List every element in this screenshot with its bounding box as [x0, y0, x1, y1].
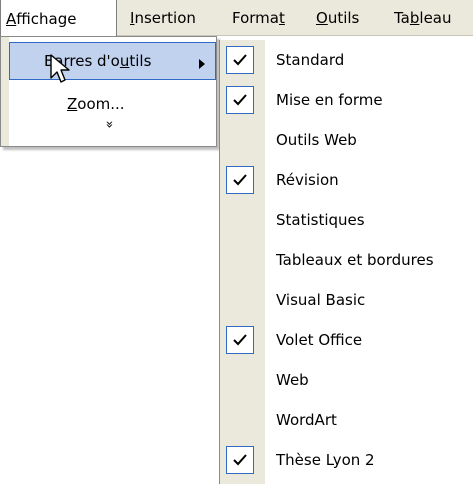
toolbar-item-label: Visual Basic — [276, 291, 366, 309]
toolbar-item-label: Statistiques — [276, 211, 365, 229]
toolbar-item-mise-en-forme[interactable]: Mise en forme — [220, 80, 473, 120]
toolbar-item-outils-web[interactable]: Outils Web — [220, 120, 473, 160]
zoom-text: oom... — [77, 95, 125, 113]
toolbars-submenu: Standard Mise en forme Outils Web Révisi… — [219, 40, 473, 484]
expand-chevron-glyph: » — [101, 120, 116, 129]
toolbar-item-statistiques[interactable]: Statistiques — [220, 200, 473, 240]
barres-outils-text-end: tils — [129, 52, 152, 70]
toolbar-item-these-lyon-2[interactable]: Thèse Lyon 2 — [220, 440, 473, 480]
toolbar-item-label: Outils Web — [276, 131, 357, 149]
toolbar-item-label: Standard — [276, 51, 345, 69]
toolbar-item-label: Web — [276, 371, 309, 389]
menu-tableau-label-post: leau — [419, 9, 452, 27]
checkmark-icon — [226, 46, 254, 74]
toolbar-item-revision[interactable]: Révision — [220, 160, 473, 200]
menu-affichage-accesskey: A — [6, 10, 17, 28]
menu-outils-accesskey: O — [316, 9, 328, 27]
toolbar-item-volet-office[interactable]: Volet Office — [220, 320, 473, 360]
toolbar-item-standard[interactable]: Standard — [220, 40, 473, 80]
checkmark-icon — [226, 326, 254, 354]
menu-item-barres-outils[interactable]: Barres d'outils — [9, 42, 216, 80]
menu-format-label: Forma — [232, 9, 279, 27]
checkmark-icon — [226, 446, 254, 474]
toolbar-item-label: Mise en forme — [276, 91, 383, 109]
toolbar-item-wordart[interactable]: WordArt — [220, 400, 473, 440]
zoom-accesskey: Z — [67, 95, 78, 113]
menu-outils-label: utils — [327, 9, 360, 27]
toolbar-item-visual-basic[interactable]: Visual Basic — [220, 280, 473, 320]
barres-outils-accesskey: u — [119, 52, 130, 70]
toolbar-item-label: Révision — [276, 171, 339, 189]
checkmark-icon — [226, 86, 254, 114]
checkmark-icon — [226, 166, 254, 194]
toolbar-item-label: Thèse Lyon 2 — [276, 451, 375, 469]
mouse-cursor-icon — [50, 54, 70, 83]
menu-format[interactable]: Format — [232, 0, 285, 36]
menu-affichage[interactable]: Affichage — [0, 0, 117, 37]
menu-item-zoom-label: Zoom... — [67, 89, 125, 119]
toolbar-item-tableaux-et-bordures[interactable]: Tableaux et bordures — [220, 240, 473, 280]
menu-tableau[interactable]: Tableau — [394, 0, 452, 36]
toolbar-item-web[interactable]: Web — [220, 360, 473, 400]
menu-format-accesskey: t — [278, 9, 285, 27]
toolbar-item-label: WordArt — [276, 411, 337, 429]
menu-outils[interactable]: Outils — [316, 0, 359, 36]
menu-tableau-accesskey: b — [409, 9, 420, 27]
menu-tableau-label: Ta — [394, 9, 410, 27]
affichage-dropdown: Barres d'outils Zoom... » — [0, 36, 217, 147]
menu-affichage-label: ffichage — [16, 10, 77, 28]
menu-insertion[interactable]: Insertion — [130, 0, 196, 36]
menu-insertion-label: nsertion — [134, 9, 196, 27]
menu-item-zoom[interactable]: Zoom... — [9, 89, 216, 119]
toolbar-item-label: Volet Office — [276, 331, 363, 349]
toolbar-item-label: Tableaux et bordures — [276, 251, 434, 269]
submenu-arrow-icon — [199, 59, 205, 69]
expand-menu-chevron-icon[interactable]: » — [1, 117, 216, 132]
menu-bar: Affichage Insertion Format Outils Tablea… — [0, 0, 473, 37]
